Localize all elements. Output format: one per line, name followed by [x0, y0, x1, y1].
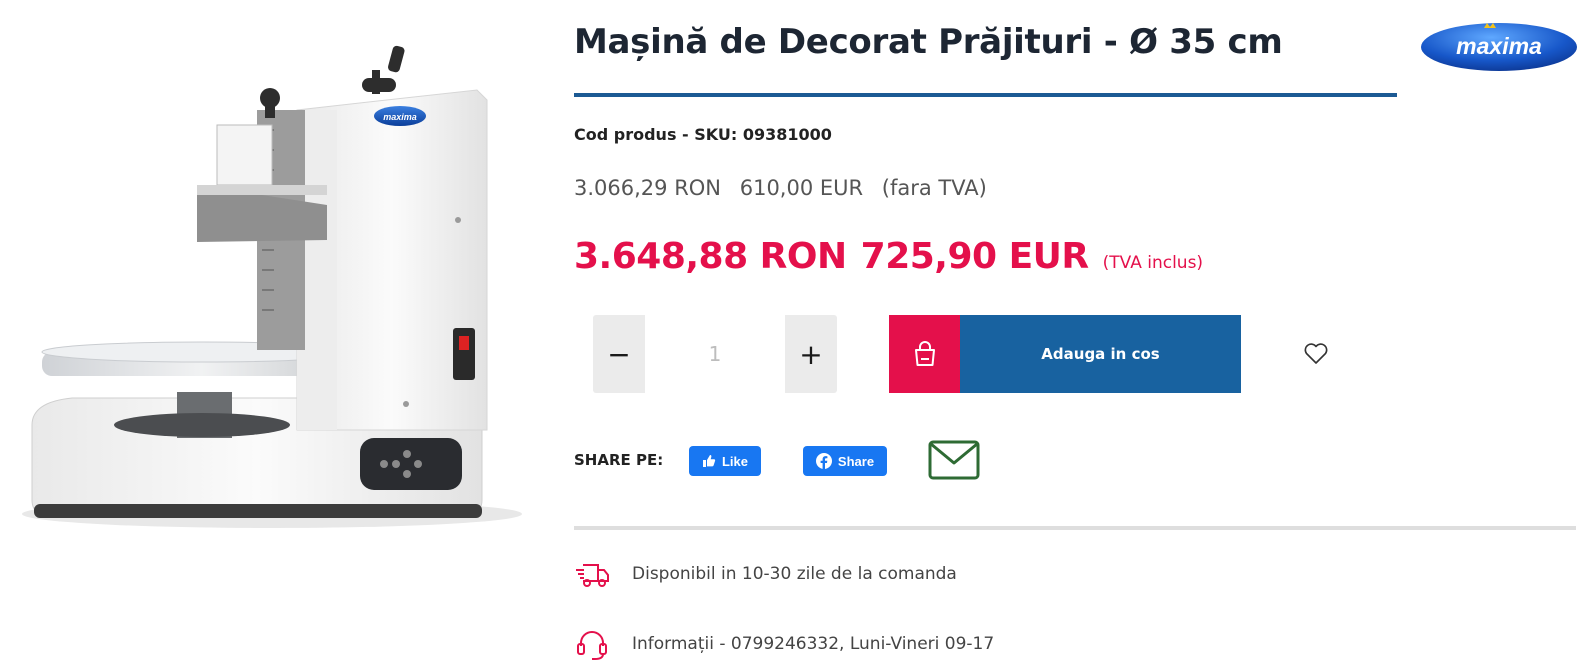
facebook-like-label: Like	[721, 453, 748, 469]
facebook-share-button[interactable]: Share	[803, 446, 887, 476]
price-ex-vat-ron: 3.066,29 RON	[574, 176, 722, 200]
quantity-decrease-button[interactable]: −	[593, 315, 645, 393]
facebook-share-label: Share	[837, 453, 875, 469]
product-sku: Cod produs - SKU: 09381000	[574, 125, 832, 144]
brand-logo[interactable]: maxima	[1418, 20, 1580, 74]
share-label: SHARE PE:	[574, 451, 664, 469]
contact-info: Informații - 0799246332, Luni-Vineri 09-…	[574, 626, 994, 662]
delivery-text: Disponibil in 10-30 zile de la comanda	[632, 564, 957, 584]
facebook-like-button[interactable]: Like	[689, 446, 761, 476]
facebook-icon	[815, 453, 832, 469]
headset-icon	[577, 631, 607, 660]
quantity-input[interactable]	[645, 315, 785, 393]
price-inc-vat: 3.648,88 RON 725,90 EUR (TVA inclus)	[574, 236, 1203, 277]
title-underline	[574, 93, 1397, 97]
add-to-cart-label: Adauga in cos	[960, 315, 1241, 393]
delivery-truck-icon	[576, 564, 609, 587]
quantity-stepper: − +	[593, 315, 837, 393]
thumbs-up-icon	[702, 455, 716, 467]
price-ex-vat-note: (fara TVA)	[881, 176, 987, 200]
price-inc-vat-eur: 725,90 EUR	[860, 236, 1090, 277]
price-inc-vat-note: (TVA inclus)	[1102, 253, 1204, 273]
brand-logo-text: maxima	[1456, 33, 1542, 59]
delivery-info: Disponibil in 10-30 zile de la comanda	[574, 556, 957, 592]
product-image: maxima	[22, 45, 522, 528]
price-ex-vat-eur: 610,00 EUR	[739, 176, 864, 200]
quantity-increase-button[interactable]: +	[785, 315, 837, 393]
add-to-cart-button[interactable]: Adauga in cos	[889, 315, 1241, 393]
mail-icon[interactable]	[928, 440, 980, 480]
contact-text: Informații - 0799246332, Luni-Vineri 09-…	[632, 634, 995, 654]
product-title: Mașină de Decorat Prăjituri - Ø 35 cm	[574, 22, 1283, 62]
price-inc-vat-ron: 3.648,88 RON	[574, 236, 847, 277]
heart-icon[interactable]	[1303, 342, 1329, 366]
product-image-logo-text: maxima	[383, 112, 417, 122]
price-ex-vat: 3.066,29 RON 610,00 EUR (fara TVA)	[574, 176, 999, 200]
section-divider	[574, 526, 1576, 530]
shopping-bag-icon	[889, 315, 960, 393]
